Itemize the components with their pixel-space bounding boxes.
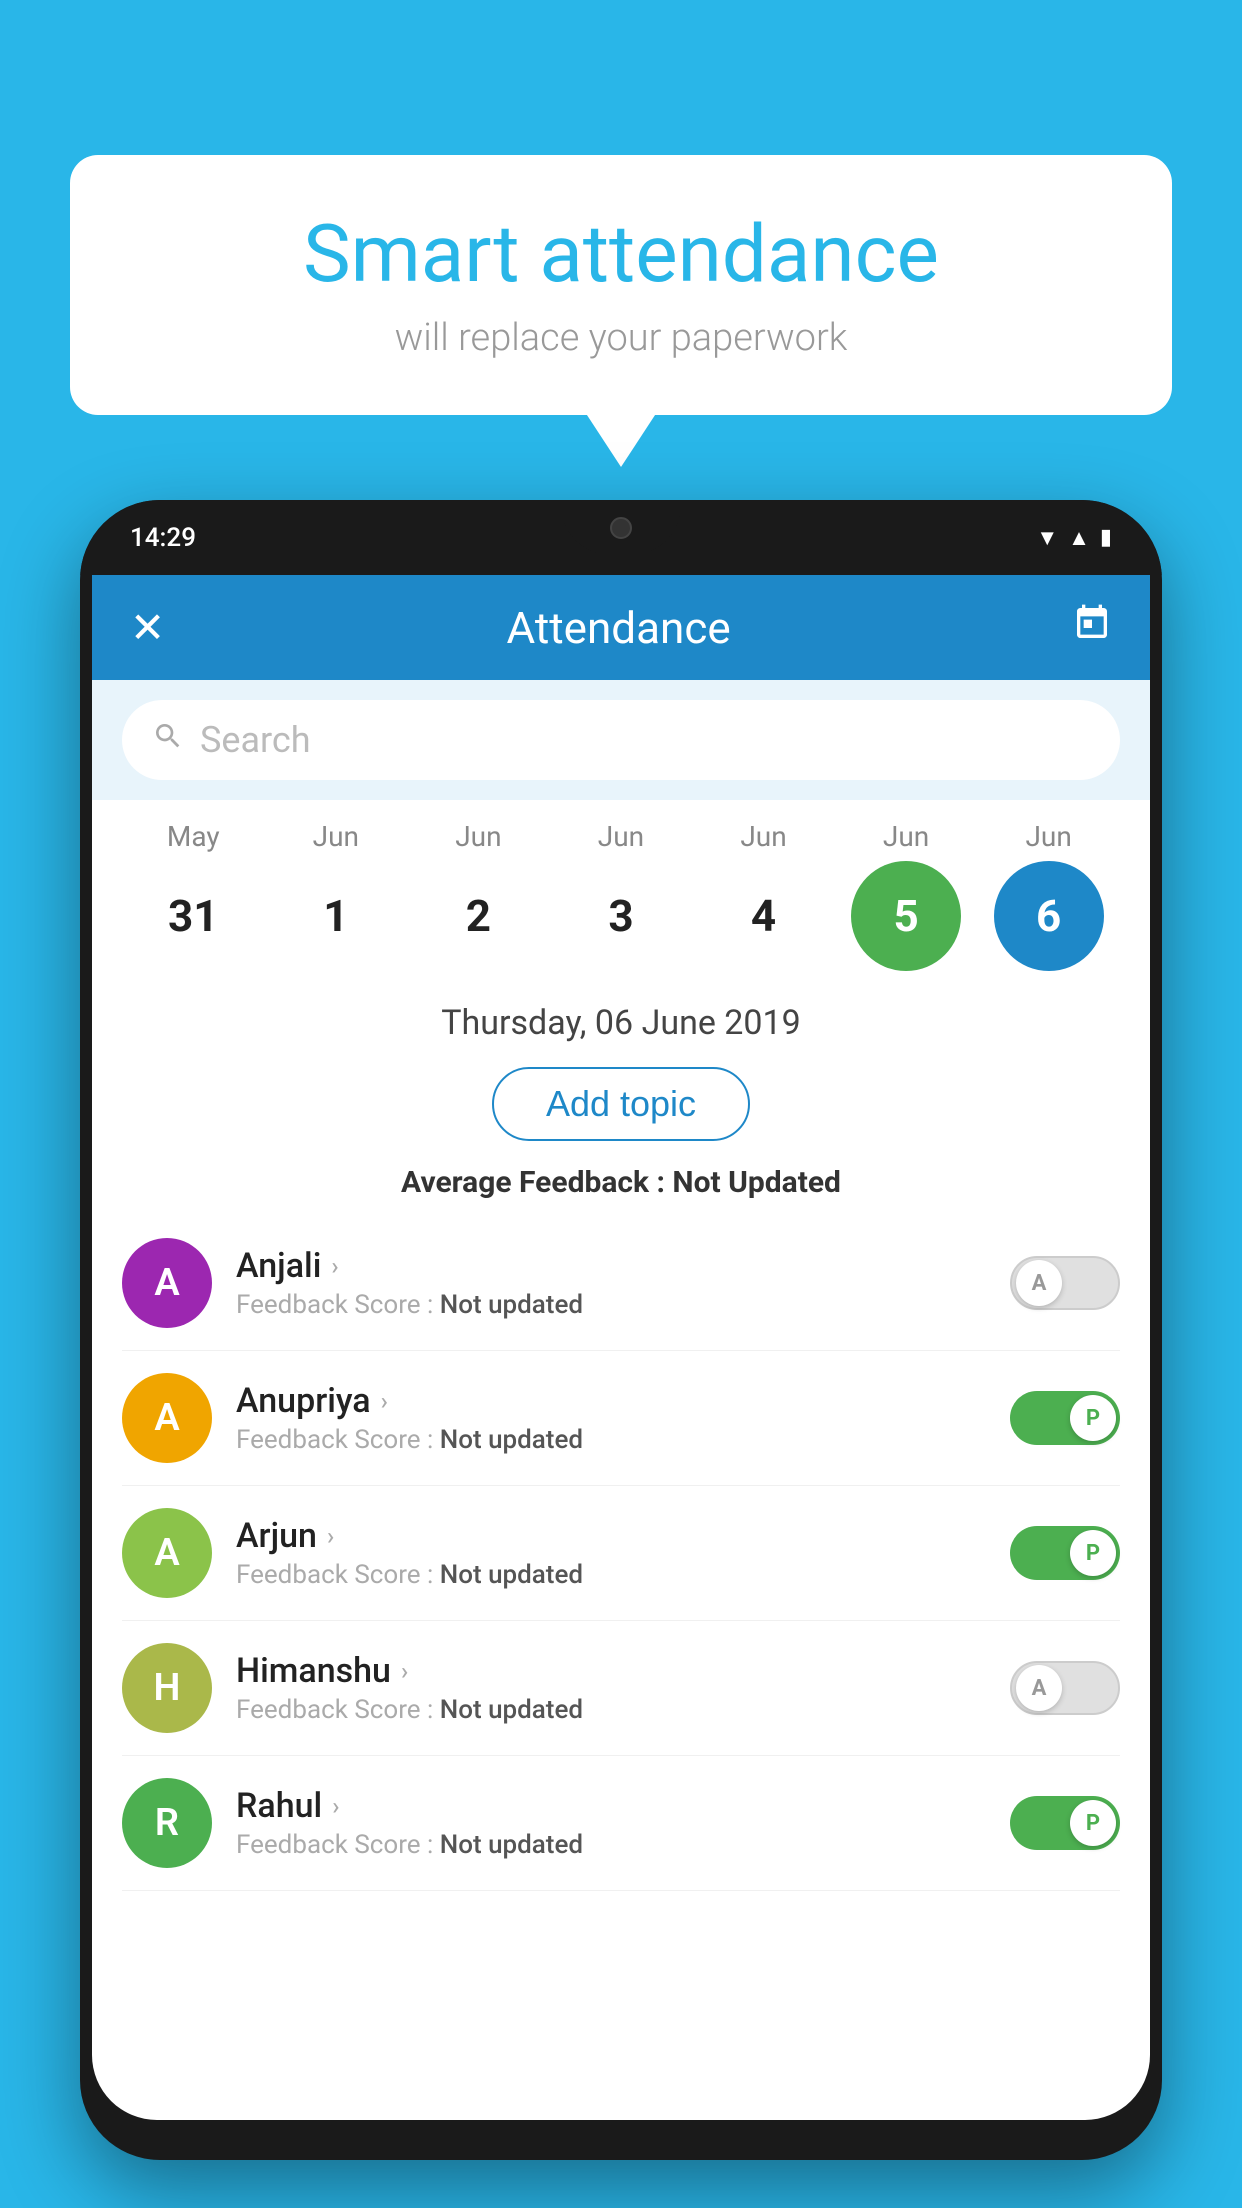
cal-date-3[interactable]: 3 xyxy=(566,861,676,971)
add-topic-button[interactable]: Add topic xyxy=(492,1067,750,1141)
calendar-icon[interactable] xyxy=(1072,603,1112,652)
student-avatar-3: H xyxy=(122,1643,212,1733)
attendance-toggle-2[interactable]: P xyxy=(1010,1526,1120,1580)
attendance-toggle-4[interactable]: P xyxy=(1010,1796,1120,1850)
cal-month-3: Jun xyxy=(561,820,681,853)
student-name-1[interactable]: Anupriya › xyxy=(236,1381,986,1421)
cal-date-4[interactable]: 4 xyxy=(709,861,819,971)
cal-date-5-today[interactable]: 5 xyxy=(851,861,961,971)
speech-bubble-container: Smart attendance will replace your paper… xyxy=(70,155,1172,415)
student-info-4: Rahul › Feedback Score : Not updated xyxy=(236,1786,986,1860)
status-bar: 14:29 ▼ ▲ ▮ xyxy=(80,500,1162,575)
selected-date-display: Thursday, 06 June 2019 xyxy=(92,981,1150,1053)
student-item-4: R Rahul › Feedback Score : Not updated P xyxy=(122,1756,1120,1891)
student-name-0[interactable]: Anjali › xyxy=(236,1246,986,1286)
status-icons: ▼ ▲ ▮ xyxy=(1036,525,1112,551)
close-button[interactable]: ✕ xyxy=(130,603,165,653)
student-item-1: A Anupriya › Feedback Score : Not update… xyxy=(122,1351,1120,1486)
chevron-icon-2: › xyxy=(327,1522,334,1550)
attendance-toggle-1[interactable]: P xyxy=(1010,1391,1120,1445)
search-icon xyxy=(152,720,184,761)
student-feedback-1: Feedback Score : Not updated xyxy=(236,1425,986,1455)
avg-feedback-label: Average Feedback : xyxy=(401,1165,665,1200)
phone: 14:29 ▼ ▲ ▮ ✕ Attendance xyxy=(80,500,1162,2160)
cal-month-6: Jun xyxy=(989,820,1109,853)
student-name-4[interactable]: Rahul › xyxy=(236,1786,986,1826)
battery-icon: ▮ xyxy=(1100,525,1112,550)
status-time: 14:29 xyxy=(130,523,196,553)
search-placeholder: Search xyxy=(200,719,311,761)
bubble-title: Smart attendance xyxy=(130,210,1112,298)
calendar-months: May Jun Jun Jun Jun Jun Jun xyxy=(122,820,1120,853)
phone-screen: ✕ Attendance Search xyxy=(92,575,1150,2120)
bubble-subtitle: will replace your paperwork xyxy=(130,316,1112,360)
cal-month-5: Jun xyxy=(846,820,966,853)
cal-date-6-selected[interactable]: 6 xyxy=(994,861,1104,971)
search-container: Search xyxy=(92,680,1150,800)
phone-container: 14:29 ▼ ▲ ▮ ✕ Attendance xyxy=(80,500,1162,2208)
avg-feedback-value: Not Updated xyxy=(672,1165,841,1200)
cal-month-1: Jun xyxy=(276,820,396,853)
app-title: Attendance xyxy=(507,602,731,654)
cal-month-2: Jun xyxy=(418,820,538,853)
wifi-icon: ▼ xyxy=(1036,525,1058,551)
student-feedback-2: Feedback Score : Not updated xyxy=(236,1560,986,1590)
avg-feedback: Average Feedback : Not Updated xyxy=(92,1155,1150,1216)
student-item-2: A Arjun › Feedback Score : Not updated P xyxy=(122,1486,1120,1621)
chevron-icon-0: › xyxy=(331,1252,338,1280)
student-item-3: H Himanshu › Feedback Score : Not update… xyxy=(122,1621,1120,1756)
chevron-icon-3: › xyxy=(401,1657,408,1685)
front-camera xyxy=(610,517,632,539)
student-name-2[interactable]: Arjun › xyxy=(236,1516,986,1556)
student-avatar-2: A xyxy=(122,1508,212,1598)
phone-notch xyxy=(561,500,681,555)
student-feedback-0: Feedback Score : Not updated xyxy=(236,1290,986,1320)
app-header: ✕ Attendance xyxy=(92,575,1150,680)
cal-date-1[interactable]: 1 xyxy=(281,861,391,971)
student-avatar-1: A xyxy=(122,1373,212,1463)
student-info-0: Anjali › Feedback Score : Not updated xyxy=(236,1246,986,1320)
student-info-1: Anupriya › Feedback Score : Not updated xyxy=(236,1381,986,1455)
calendar-dates: 31 1 2 3 4 5 6 xyxy=(122,861,1120,971)
chevron-icon-1: › xyxy=(381,1387,388,1415)
student-name-3[interactable]: Himanshu › xyxy=(236,1651,986,1691)
student-info-3: Himanshu › Feedback Score : Not updated xyxy=(236,1651,986,1725)
attendance-toggle-0[interactable]: A xyxy=(1010,1256,1120,1310)
cal-month-0: May xyxy=(133,820,253,853)
chevron-icon-4: › xyxy=(332,1792,339,1820)
cal-month-4: Jun xyxy=(704,820,824,853)
student-item-0: A Anjali › Feedback Score : Not updated … xyxy=(122,1216,1120,1351)
speech-bubble: Smart attendance will replace your paper… xyxy=(70,155,1172,415)
calendar-row: May Jun Jun Jun Jun Jun Jun 31 1 2 3 4 5… xyxy=(92,800,1150,981)
student-feedback-3: Feedback Score : Not updated xyxy=(236,1695,986,1725)
search-bar[interactable]: Search xyxy=(122,700,1120,780)
cal-date-2[interactable]: 2 xyxy=(423,861,533,971)
student-avatar-0: A xyxy=(122,1238,212,1328)
signal-icon: ▲ xyxy=(1068,525,1090,551)
student-avatar-4: R xyxy=(122,1778,212,1868)
add-topic-container: Add topic xyxy=(92,1053,1150,1155)
students-list: A Anjali › Feedback Score : Not updated … xyxy=(92,1216,1150,1891)
student-feedback-4: Feedback Score : Not updated xyxy=(236,1830,986,1860)
attendance-toggle-3[interactable]: A xyxy=(1010,1661,1120,1715)
student-info-2: Arjun › Feedback Score : Not updated xyxy=(236,1516,986,1590)
cal-date-31[interactable]: 31 xyxy=(138,861,248,971)
